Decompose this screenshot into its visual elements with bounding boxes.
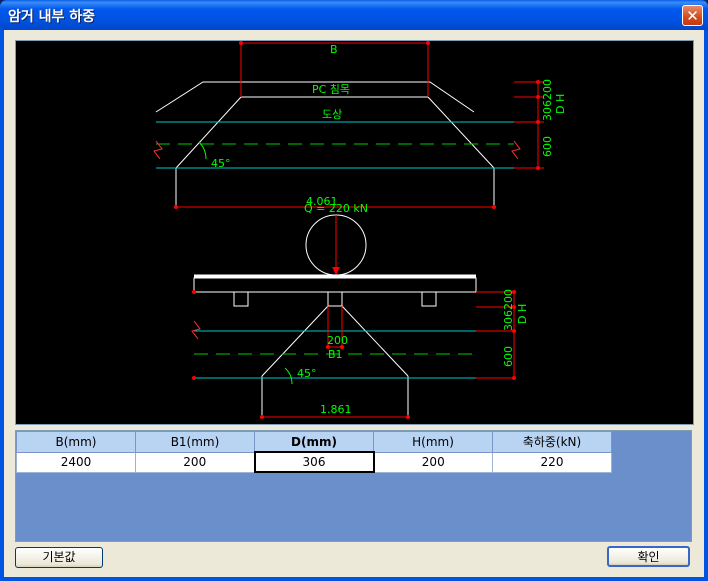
column-header-b1[interactable]: B1(mm) [135,431,255,453]
sleeper-block-1 [233,291,249,307]
spread-line-right-bottom [341,305,409,377]
bottom-dh-label: D H [516,304,529,324]
parameter-grid-area: B(mm) B1(mm) D(mm) H(mm) 축하중(kN) 2400 20… [15,430,692,542]
b-label: B [330,43,338,56]
b1-label: B1 [328,348,343,361]
bottom-depth-label: 600 [502,346,515,367]
parameter-grid: B(mm) B1(mm) D(mm) H(mm) 축하중(kN) 2400 20… [16,431,612,473]
bottom-width-value: 1.861 [320,403,352,416]
grid-value-row: 2400 200 306 200 220 [16,451,612,473]
column-header-axle-load[interactable]: 축하중(kN) [492,431,612,453]
title-bar[interactable]: 암거 내부 하중 ✕ [0,0,708,30]
sleeper-block-3 [421,291,437,307]
window-title: 암거 내부 하중 [8,9,96,25]
load-arrow-head [332,267,340,275]
spread-line-right [427,96,495,169]
cell-b1[interactable]: 200 [135,451,255,473]
ok-button[interactable]: 확인 [607,546,690,567]
section-drawing: B PC 침목 도상 45° 4.061 Q = 220 kN 306200 D… [153,41,567,419]
ballast-label: 도상 [322,108,342,121]
close-button[interactable]: ✕ [682,5,703,26]
column-header-h[interactable]: H(mm) [373,431,493,453]
grid-header-row: B(mm) B1(mm) D(mm) H(mm) 축하중(kN) [16,431,612,453]
cell-h[interactable]: 200 [373,451,493,473]
b1-value: 200 [327,334,348,347]
angle-label-bottom: 45° [297,367,317,380]
spread-line-left-bottom [261,305,329,377]
spread-line-left [175,96,242,169]
default-values-button[interactable]: 기본값 [15,547,103,568]
bottom-right-dim-label: 306200 [502,289,515,331]
top-right-dim-label: 306200 [541,79,554,121]
drawing-canvas: B PC 침목 도상 45° 4.061 Q = 220 kN 306200 D… [15,40,694,425]
cell-b[interactable]: 2400 [16,451,136,473]
column-header-d[interactable]: D(mm) [254,431,374,453]
sleeper-box [193,277,477,293]
column-header-b[interactable]: B(mm) [16,431,136,453]
angle-arc-top [198,141,207,160]
pc-sleeper-label: PC 침목 [312,83,350,96]
cell-axle-load[interactable]: 220 [492,451,612,473]
close-icon: ✕ [686,7,699,25]
dialog-client: B PC 침목 도상 45° 4.061 Q = 220 kN 306200 D… [4,30,704,577]
sleeper-block-2 [327,291,343,307]
top-depth-label: 600 [541,136,554,157]
angle-label-top: 45° [211,157,231,170]
cell-d[interactable]: 306 [253,451,375,473]
dialog-window: 암거 내부 하중 ✕ B PC 침목 도상 45° 4.061 Q = 220 … [0,0,708,581]
break-mark-left-bottom [191,320,201,340]
angle-arc-bottom [284,367,293,385]
load-label: Q = 220 kN [304,202,368,215]
top-dh-label: D H [554,94,567,114]
